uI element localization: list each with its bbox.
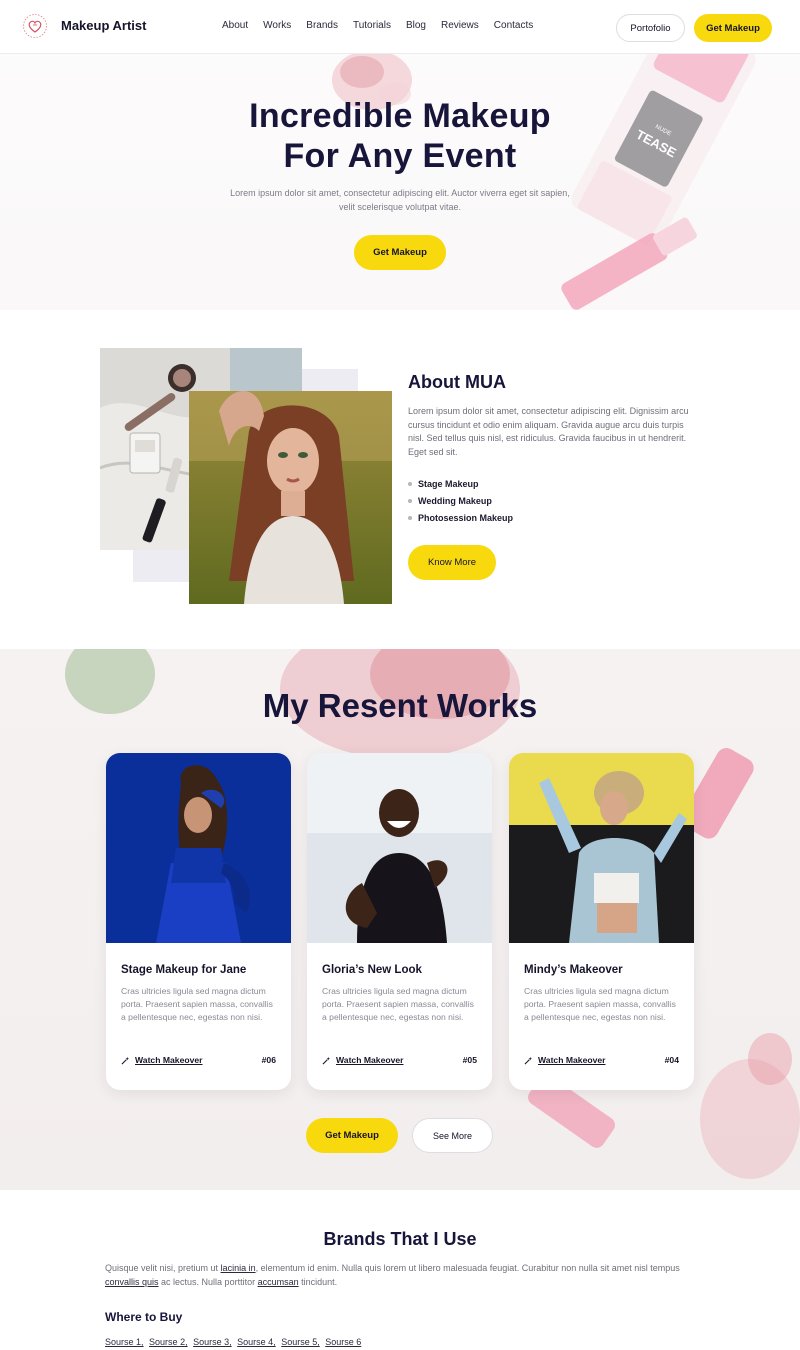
model-portrait-image <box>189 391 392 604</box>
card-title: Stage Makeup for Jane <box>121 964 247 976</box>
works-section: My Resent Works Stage Makeup for Jane Cr… <box>0 649 800 1190</box>
magic-wand-icon <box>322 1056 331 1064</box>
bullet-icon <box>408 481 412 486</box>
new-look-photo <box>307 753 492 943</box>
heart-outline-icon[interactable] <box>22 13 48 39</box>
list-item-label: Photosession Makeup <box>418 512 514 523</box>
work-card[interactable]: Mindy’s Makeover Cras ultricies ligula s… <box>509 753 694 1090</box>
source-link[interactable]: Sourse 6 <box>325 1337 361 1347</box>
nav-contacts[interactable]: Contacts <box>494 20 533 31</box>
source-link[interactable]: Sourse 3, <box>193 1337 232 1347</box>
decorative-block <box>302 369 358 391</box>
brands-title: Brands That I Use <box>323 1229 477 1249</box>
brands-text-part: tincidunt. <box>298 1276 338 1287</box>
work-card[interactable]: Stage Makeup for Jane Cras ultricies lig… <box>106 753 291 1090</box>
card-number: #05 <box>462 1055 477 1065</box>
hero-title-line1: Incredible Makeup <box>249 97 551 135</box>
source-link[interactable]: Sourse 1, <box>105 1337 144 1347</box>
about-title: About MUA <box>408 372 506 392</box>
works-get-makeup-button[interactable]: Get Makeup <box>306 1118 398 1153</box>
card-title: Mindy’s Makeover <box>524 964 623 976</box>
list-item: Wedding Makeup <box>408 492 513 509</box>
hero-background-image: NUDE TEASE <box>0 54 800 310</box>
brands-text-part: Quisque velit nisi, pretium ut <box>105 1263 221 1273</box>
watch-makeover-link[interactable]: Watch Makeover <box>524 1055 606 1065</box>
bullet-icon <box>408 498 412 503</box>
list-item: Photosession Makeup <box>408 509 513 526</box>
source-link[interactable]: Sourse 4, <box>237 1337 276 1347</box>
hero-title-line2: For Any Event <box>283 137 517 175</box>
nav-reviews[interactable]: Reviews <box>441 20 479 31</box>
list-item-label: Wedding Makeup <box>418 495 492 506</box>
magic-wand-icon <box>121 1056 130 1064</box>
nav-tutorials[interactable]: Tutorials <box>353 20 391 31</box>
nav-works[interactable]: Works <box>263 20 291 31</box>
services-list: Stage Makeup Wedding Makeup Photosession… <box>408 475 513 526</box>
source-link[interactable]: Sourse 5, <box>281 1337 320 1347</box>
bullet-icon <box>408 515 412 520</box>
portfolio-button[interactable]: Portofolio <box>616 14 685 42</box>
works-title: My Resent Works <box>262 687 538 724</box>
watch-makeover-link[interactable]: Watch Makeover <box>322 1055 404 1065</box>
hero-title: Incredible Makeup For Any Event <box>0 96 800 176</box>
card-number: #04 <box>664 1055 679 1065</box>
watch-makeover-label: Watch Makeover <box>135 1055 203 1065</box>
watch-makeover-link[interactable]: Watch Makeover <box>121 1055 203 1065</box>
source-links: Sourse 1, Sourse 2, Sourse 3, Sourse 4, … <box>105 1337 364 1347</box>
inline-link[interactable]: lacinia in <box>221 1263 256 1273</box>
site-header: Makeup Artist About Works Brands Tutoria… <box>0 0 800 54</box>
brands-text-part: , elementum id enim. Nulla quis lorem ut… <box>255 1263 680 1273</box>
header-get-makeup-button[interactable]: Get Makeup <box>694 14 772 42</box>
work-card[interactable]: Gloria’s New Look Cras ultricies ligula … <box>307 753 492 1090</box>
where-to-buy-title: Where to Buy <box>105 1310 183 1324</box>
see-more-button[interactable]: See More <box>412 1118 493 1153</box>
main-nav: About Works Brands Tutorials Blog Review… <box>222 20 548 31</box>
card-text: Cras ultricies ligula sed magna dictum p… <box>322 986 474 1023</box>
watch-makeover-label: Watch Makeover <box>538 1055 606 1065</box>
watch-makeover-label: Watch Makeover <box>336 1055 404 1065</box>
about-text: Lorem ipsum dolor sit amet, consectetur … <box>408 406 689 457</box>
nav-about[interactable]: About <box>222 20 248 31</box>
inline-link[interactable]: accumsan <box>258 1277 299 1287</box>
magic-wand-icon <box>524 1056 533 1064</box>
brands-text-part: ac lectus. Nulla porttitor <box>158 1276 258 1287</box>
card-number: #06 <box>261 1055 276 1065</box>
hero-get-makeup-button[interactable]: Get Makeup <box>354 235 446 270</box>
source-link[interactable]: Sourse 2, <box>149 1337 188 1347</box>
hero-section: NUDE TEASE Incredible Makeup For Any Eve… <box>0 54 800 310</box>
card-text: Cras ultricies ligula sed magna dictum p… <box>121 986 273 1023</box>
brands-text: Quisque velit nisi, pretium ut lacinia i… <box>105 1262 697 1289</box>
brand-name[interactable]: Makeup Artist <box>61 18 146 33</box>
list-item: Stage Makeup <box>408 475 513 492</box>
makeover-photo <box>509 753 694 943</box>
inline-link[interactable]: convallis quis <box>105 1277 159 1287</box>
nav-blog[interactable]: Blog <box>406 20 426 31</box>
card-text: Cras ultricies ligula sed magna dictum p… <box>524 986 676 1023</box>
know-more-button[interactable]: Know More <box>408 545 496 580</box>
card-title: Gloria’s New Look <box>322 964 422 976</box>
hero-subtitle: Lorem ipsum dolor sit amet, consectetur … <box>230 188 570 212</box>
nav-brands[interactable]: Brands <box>306 20 338 31</box>
list-item-label: Stage Makeup <box>418 478 479 489</box>
stage-makeup-photo <box>106 753 291 943</box>
decorative-block <box>133 550 189 582</box>
